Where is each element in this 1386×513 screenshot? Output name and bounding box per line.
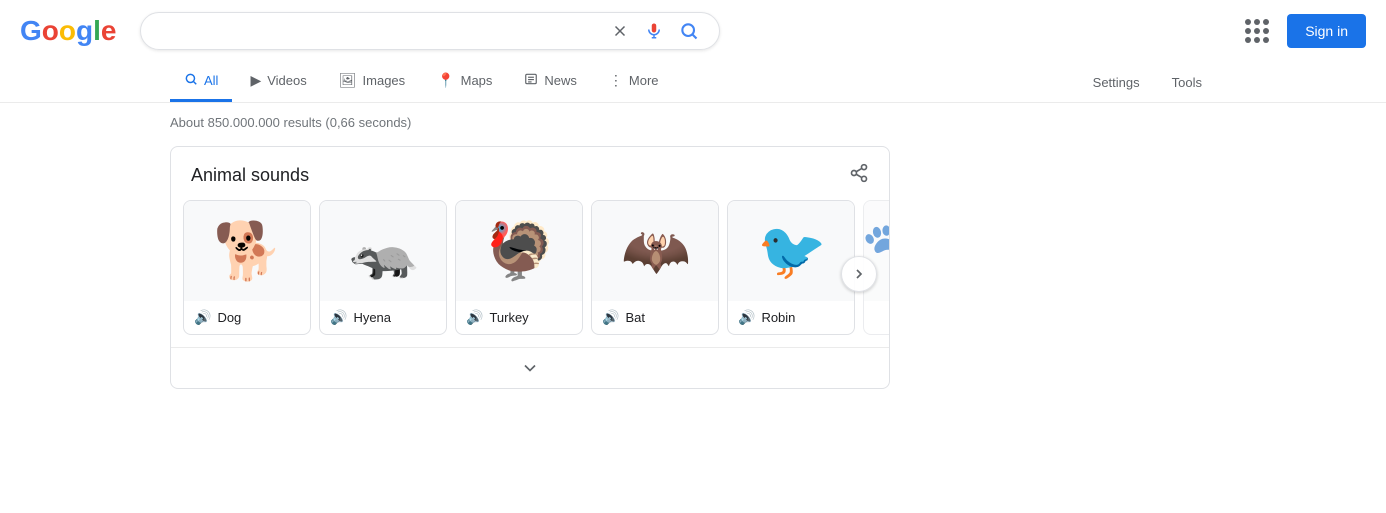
tab-maps[interactable]: 📍 Maps bbox=[423, 62, 506, 102]
nav-right: Settings Tools bbox=[1079, 65, 1216, 100]
google-logo[interactable]: Google bbox=[20, 15, 116, 47]
tab-news[interactable]: News bbox=[510, 62, 591, 102]
apps-button[interactable] bbox=[1239, 13, 1275, 49]
tab-all[interactable]: All bbox=[170, 62, 232, 102]
nav-tabs: All ▶ Videos 🖼 Images 📍 Maps News ⋮ More… bbox=[0, 62, 1386, 103]
tab-more[interactable]: ⋮ More bbox=[595, 62, 673, 102]
apps-icon bbox=[1245, 19, 1269, 43]
clear-button[interactable] bbox=[607, 22, 633, 40]
animal-image-turkey: 🦃 bbox=[456, 201, 583, 301]
header: Google What sound does a dog make bbox=[0, 0, 1386, 62]
more-icon: ⋮ bbox=[609, 72, 623, 89]
animal-image-hyena: 🦡 bbox=[320, 201, 447, 301]
share-icon[interactable] bbox=[849, 163, 869, 188]
animal-image-robin: 🐦 bbox=[728, 201, 855, 301]
sound-icon: 🔊 bbox=[466, 309, 483, 326]
sound-icon: 🔊 bbox=[602, 309, 619, 326]
tab-images[interactable]: 🖼 Images bbox=[325, 62, 419, 102]
all-icon bbox=[184, 72, 198, 89]
animal-label-hyena: 🔊 Hyena bbox=[320, 301, 446, 334]
animal-card-robin[interactable]: 🐦 🔊 Robin bbox=[727, 200, 855, 335]
animal-label-bat: 🔊 Bat bbox=[592, 301, 718, 334]
animal-label-turkey: 🔊 Turkey bbox=[456, 301, 582, 334]
animal-card-hyena[interactable]: 🦡 🔊 Hyena bbox=[319, 200, 447, 335]
search-bar: What sound does a dog make bbox=[140, 12, 720, 50]
sound-icon: 🔊 bbox=[194, 309, 211, 326]
news-icon bbox=[524, 72, 538, 89]
animal-sounds-card: Animal sounds 🐕 🔊 Dog 🦡 🔊 Hyen bbox=[170, 146, 890, 389]
animal-image-bat: 🦇 bbox=[592, 201, 719, 301]
settings-link[interactable]: Settings bbox=[1079, 65, 1154, 100]
sign-in-button[interactable]: Sign in bbox=[1287, 14, 1366, 48]
animal-image-dog: 🐕 bbox=[184, 201, 311, 301]
header-right: Sign in bbox=[1239, 13, 1366, 49]
images-icon: 🖼 bbox=[339, 72, 357, 89]
card-header: Animal sounds bbox=[171, 147, 889, 200]
animal-card-dog[interactable]: 🐕 🔊 Dog bbox=[183, 200, 311, 335]
animal-card-bat[interactable]: 🦇 🔊 Bat bbox=[591, 200, 719, 335]
animals-scroll: 🐕 🔊 Dog 🦡 🔊 Hyena 🦃 🔊 Turkey 🦇 bbox=[171, 200, 889, 347]
card-title: Animal sounds bbox=[191, 165, 309, 186]
result-count: About 850.000.000 results (0,66 seconds) bbox=[0, 103, 1386, 138]
animal-label-dog: 🔊 Dog bbox=[184, 301, 310, 334]
sound-icon: 🔊 bbox=[738, 309, 755, 326]
animal-label-robin: 🔊 Robin bbox=[728, 301, 854, 334]
maps-icon: 📍 bbox=[437, 72, 454, 89]
expand-button[interactable] bbox=[171, 347, 889, 388]
videos-icon: ▶ bbox=[250, 72, 261, 89]
tools-link[interactable]: Tools bbox=[1158, 65, 1216, 100]
scroll-next-button[interactable] bbox=[841, 256, 877, 292]
sound-icon: 🔊 bbox=[330, 309, 347, 326]
tab-videos[interactable]: ▶ Videos bbox=[236, 62, 320, 102]
voice-search-button[interactable] bbox=[641, 22, 667, 40]
search-input[interactable]: What sound does a dog make bbox=[157, 22, 599, 40]
search-button[interactable] bbox=[675, 21, 703, 41]
animal-card-turkey[interactable]: 🦃 🔊 Turkey bbox=[455, 200, 583, 335]
